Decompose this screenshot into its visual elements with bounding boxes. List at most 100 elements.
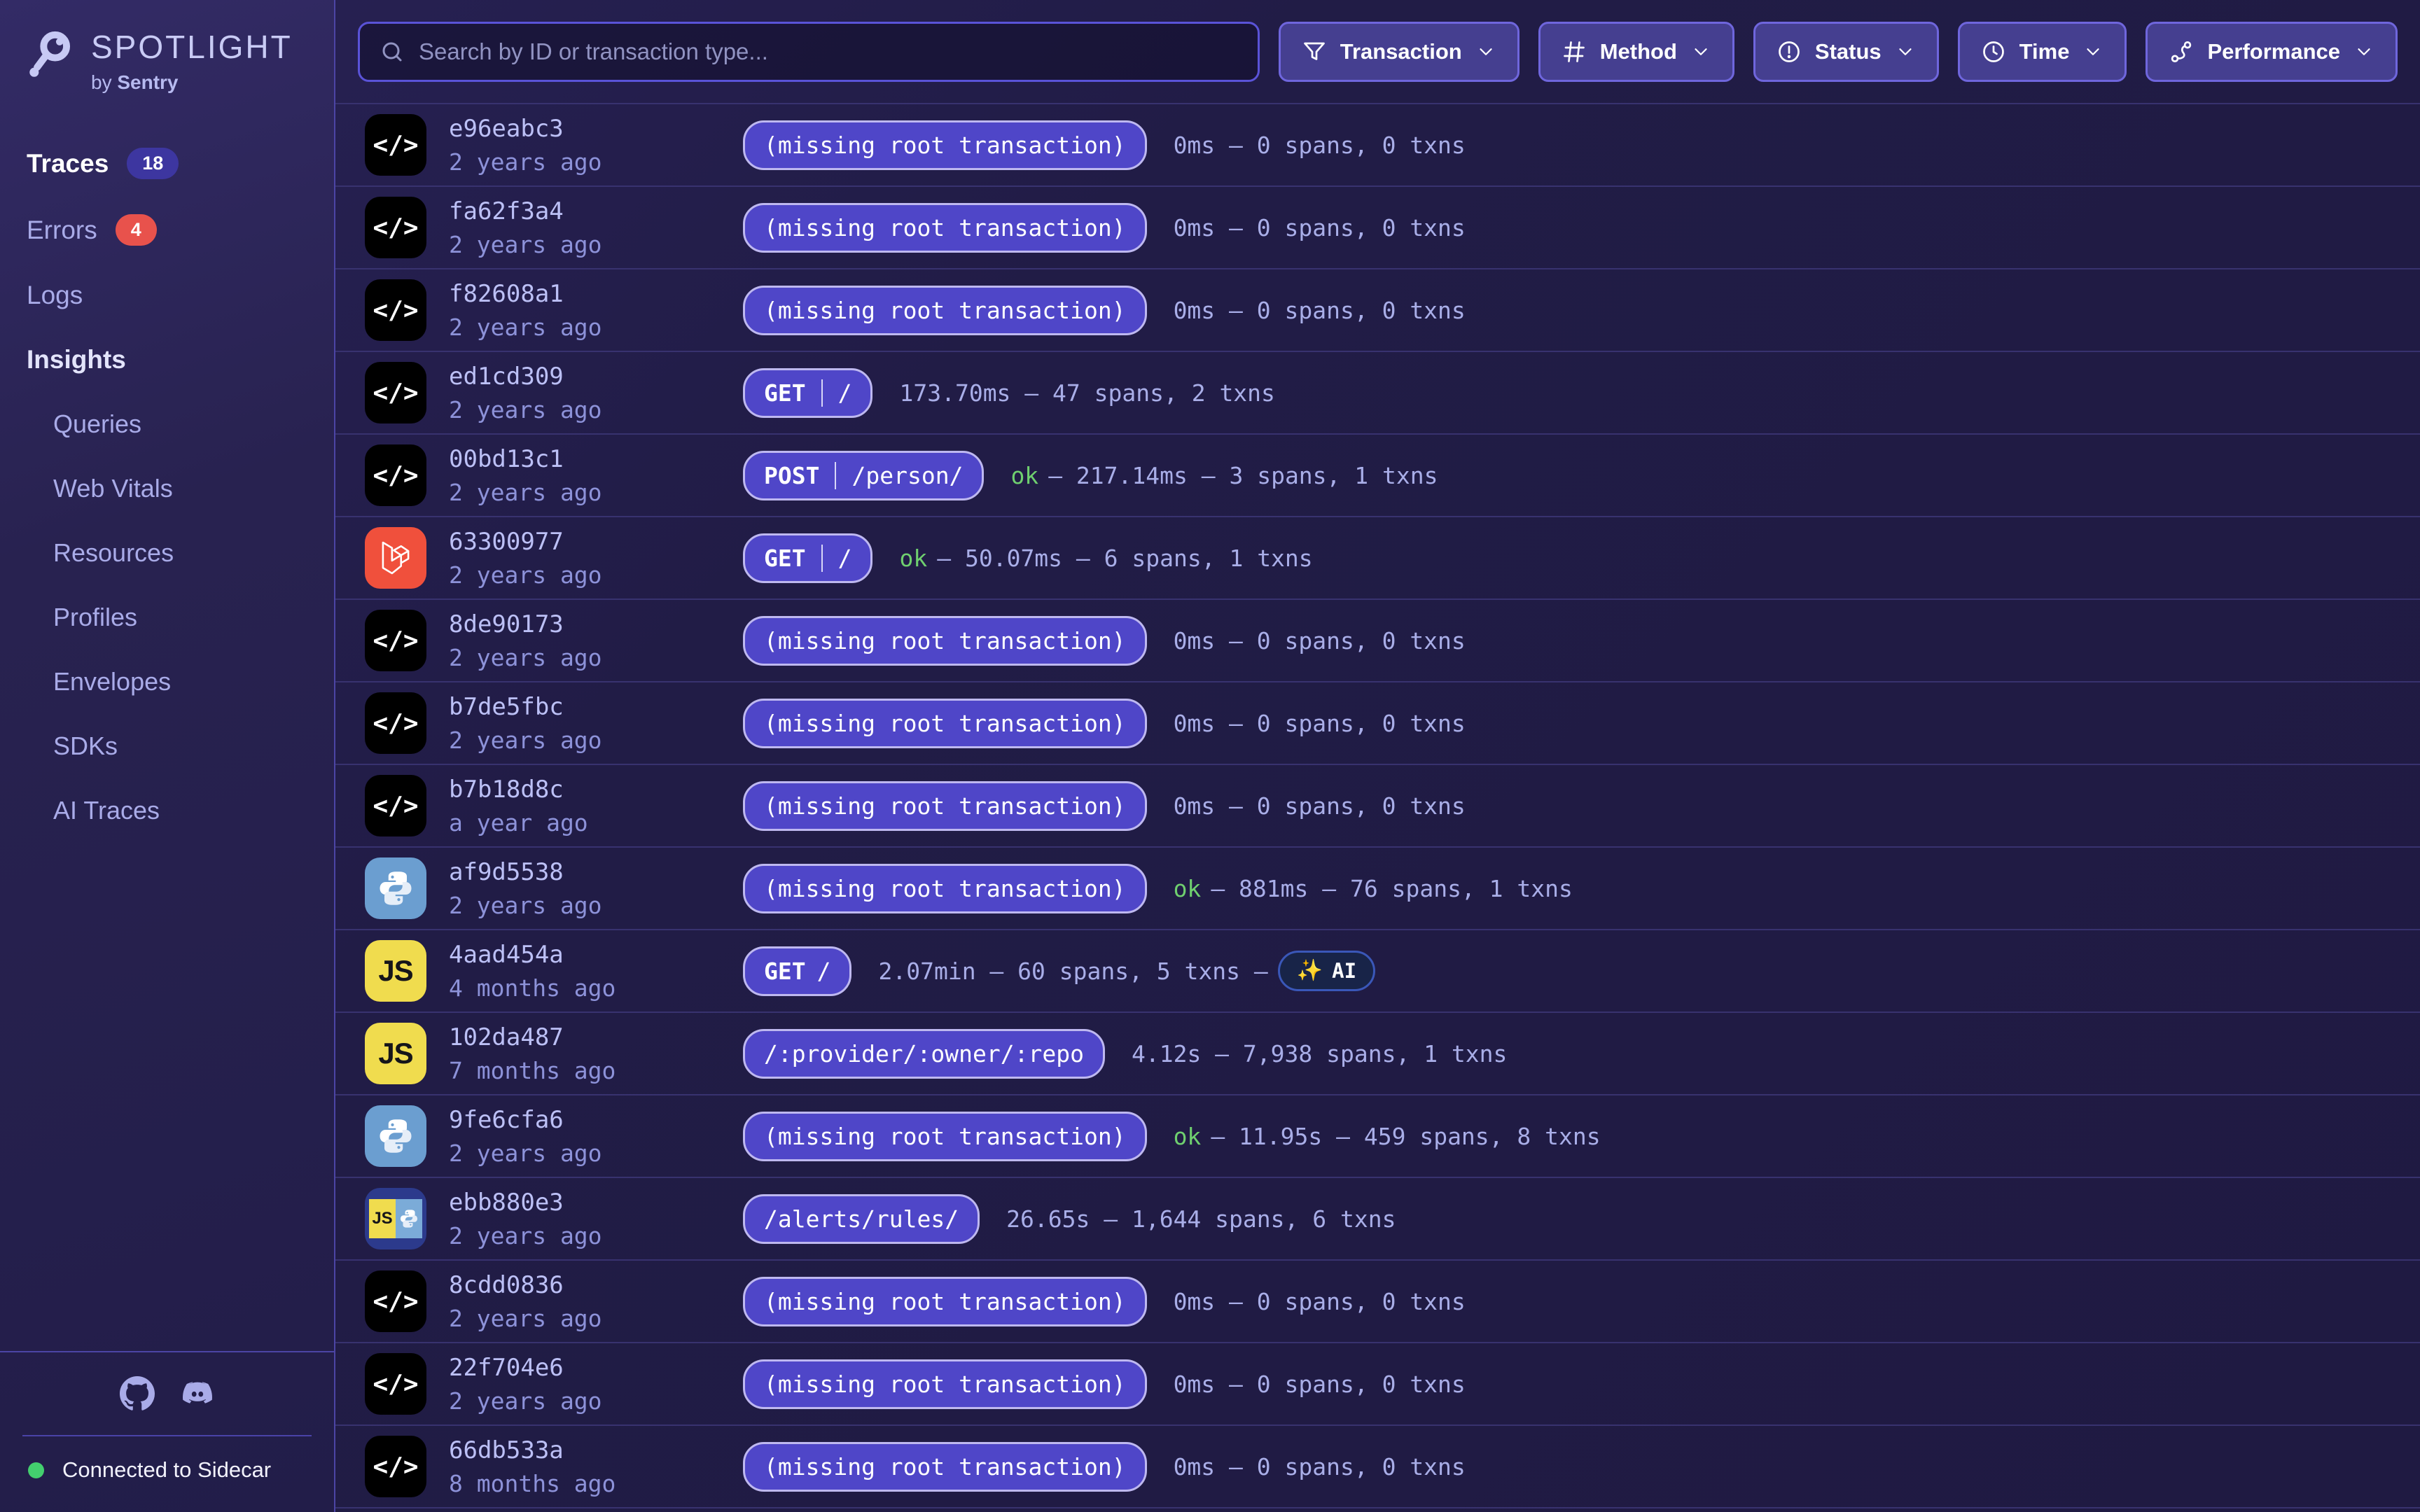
trace-row[interactable]: </> 66db533a8 months ago(missing root tra… [335, 1426, 2420, 1508]
trace-metrics: 2.07min — 60 spans, 5 txns —✨AI [878, 951, 1375, 991]
sidebar-item-errors[interactable]: Errors4 [0, 197, 334, 263]
code-icon: </> [365, 362, 426, 424]
sidebar-item-queries[interactable]: Queries [0, 392, 334, 456]
filter-time-button[interactable]: Time [1958, 22, 2127, 82]
app-logo: SPOTLIGHT by Sentry [0, 0, 334, 94]
trace-id: 8cdd0836 [449, 1271, 743, 1299]
code-icon: </> [365, 279, 426, 341]
connection-status: Connected to Sidecar [0, 1457, 334, 1483]
sidebar-item-profiles[interactable]: Profiles [0, 585, 334, 650]
trace-row[interactable]: </>ed1cd3092 years agoGET/173.70ms — 47 … [335, 352, 2420, 435]
path-label: /alerts/rules/ [764, 1205, 959, 1233]
toolbar: Transaction Method Status Time Performance [335, 0, 2420, 103]
trace-id: e96eabc3 [449, 115, 743, 143]
trace-row[interactable]: </>e96eabc32 years ago(missing root tran… [335, 104, 2420, 187]
sidebar-item-traces[interactable]: Traces 18 [0, 130, 334, 197]
trace-info: b7b18d8ca year ago [449, 776, 743, 836]
metrics-text: 0ms — 0 spans, 0 txns [1174, 1371, 1466, 1398]
sidebar-item-sdks[interactable]: SDKs [0, 714, 334, 778]
code-icon: </> [365, 692, 426, 754]
trace-metrics: 26.65s — 1,644 spans, 6 txns [1006, 1205, 1396, 1233]
discord-icon[interactable] [180, 1376, 215, 1411]
trace-list: </>e96eabc32 years ago(missing root tran… [335, 103, 2420, 1512]
connection-status-label: Connected to Sidecar [62, 1457, 271, 1483]
trace-info: 22f704e62 years ago [449, 1354, 743, 1415]
clock-icon [1981, 39, 2006, 64]
trace-row[interactable]: 9fe6cfa62 years ago(missing root transac… [335, 1096, 2420, 1178]
trace-age: 2 years ago [449, 1140, 743, 1167]
hash-icon [1562, 39, 1587, 64]
sidebar-item-insights: Insights [0, 328, 334, 392]
filter-transaction-button[interactable]: Transaction [1279, 22, 1520, 82]
metrics-text: 0ms — 0 spans, 0 txns [1174, 132, 1466, 159]
trace-id: 63300977 [449, 528, 743, 556]
sidebar-item-web-vitals[interactable]: Web Vitals [0, 456, 334, 521]
traces-count-badge: 18 [127, 148, 179, 179]
filter-method-button[interactable]: Method [1538, 22, 1734, 82]
github-icon[interactable] [120, 1376, 155, 1411]
metrics-text: 0ms — 0 spans, 0 txns [1174, 627, 1466, 654]
trace-age: 8 months ago [449, 1470, 743, 1497]
transaction-badge: (missing root transaction) [743, 1112, 1147, 1161]
trace-age: 2 years ago [449, 314, 743, 341]
sidebar-item-label: SDKs [53, 732, 118, 761]
trace-age: 2 years ago [449, 148, 743, 176]
js-glyph: JS [378, 1037, 412, 1070]
route-icon [2169, 39, 2194, 64]
sidebar-item-ai-traces[interactable]: AI Traces [0, 778, 334, 843]
sidebar-item-resources[interactable]: Resources [0, 521, 334, 585]
trace-age: 2 years ago [449, 561, 743, 589]
sidebar-item-logs[interactable]: Logs [0, 263, 334, 328]
trace-row[interactable]: JS102da4877 months ago/:provider/:owner/… [335, 1013, 2420, 1096]
metrics-text: 0ms — 0 spans, 0 txns [1174, 297, 1466, 324]
trace-age: 2 years ago [449, 892, 743, 919]
trace-row[interactable]: JS4aad454a4 months agoGET/2.07min — 60 s… [335, 930, 2420, 1013]
spotlight-logo-icon [27, 29, 76, 81]
missing-root-transaction-label: (missing root transaction) [764, 792, 1126, 820]
trace-row[interactable]: </>8cdd08362 years ago(missing root tran… [335, 1261, 2420, 1343]
trace-row[interactable]: </>00bd13c12 years agoPOST/person/ok— 21… [335, 435, 2420, 517]
code-icon: </> [365, 1436, 426, 1497]
trace-row[interactable]: JSebb880e32 years ago/alerts/rules/26.65… [335, 1178, 2420, 1261]
trace-info: 66db533a8 months ago [449, 1436, 743, 1497]
transaction-badge: (missing root transaction) [743, 1442, 1147, 1492]
trace-row[interactable]: af9d55382 years ago(missing root transac… [335, 848, 2420, 930]
trace-age: 2 years ago [449, 1305, 743, 1332]
trace-id: 4aad454a [449, 941, 743, 969]
method-label: GET [764, 379, 823, 407]
trace-row[interactable]: </>b7de5fbc2 years ago(missing root tran… [335, 682, 2420, 765]
trace-row[interactable]: </> f82608a12 years ago(missing root tran… [335, 270, 2420, 352]
trace-row[interactable]: </>22f704e62 years ago(missing root tran… [335, 1343, 2420, 1426]
transaction-badge: (missing root transaction) [743, 616, 1147, 666]
trace-info: f82608a12 years ago [449, 280, 743, 341]
search-input[interactable] [419, 38, 1238, 65]
trace-row[interactable]: </>8de901732 years ago(missing root tran… [335, 600, 2420, 682]
sidebar-item-envelopes[interactable]: Envelopes [0, 650, 334, 714]
trace-info: 4aad454a4 months ago [449, 941, 743, 1002]
code-icon: </> [365, 114, 426, 176]
sidebar-item-label: Traces [27, 149, 109, 178]
trace-id: b7b18d8c [449, 776, 743, 804]
code-glyph: </> [373, 1287, 418, 1316]
alert-circle-icon [1776, 39, 1802, 64]
trace-info: ebb880e32 years ago [449, 1189, 743, 1250]
status-ok-label: ok [1174, 1123, 1202, 1150]
transaction-badge: (missing root transaction) [743, 286, 1147, 335]
filter-status-button[interactable]: Status [1753, 22, 1939, 82]
trace-metrics: 173.70ms — 47 spans, 2 txns [899, 379, 1274, 407]
sidebar-item-label: Logs [27, 281, 83, 310]
code-glyph: </> [373, 792, 418, 820]
trace-metrics: 0ms — 0 spans, 0 txns [1174, 132, 1466, 159]
missing-root-transaction-label: (missing root transaction) [764, 214, 1126, 241]
metrics-text: — 217.14ms — 3 spans, 1 txns [1048, 462, 1438, 489]
ai-label: AI [1332, 959, 1356, 983]
code-glyph: </> [373, 296, 418, 325]
filter-performance-button[interactable]: Performance [2146, 22, 2398, 82]
metrics-text: — 11.95s — 459 spans, 8 txns [1211, 1123, 1600, 1150]
trace-row[interactable]: </> b7b18d8ca year ago (missing root trans… [335, 765, 2420, 848]
transaction-badge: (missing root transaction) [743, 1359, 1147, 1409]
trace-row[interactable]: 633009772 years agoGET/ok— 50.07ms — 6 s… [335, 517, 2420, 600]
trace-row[interactable]: </>fa62f3a42 years ago(missing root tran… [335, 187, 2420, 270]
laravel-icon [365, 527, 426, 589]
path-label: /person/ [851, 462, 963, 489]
